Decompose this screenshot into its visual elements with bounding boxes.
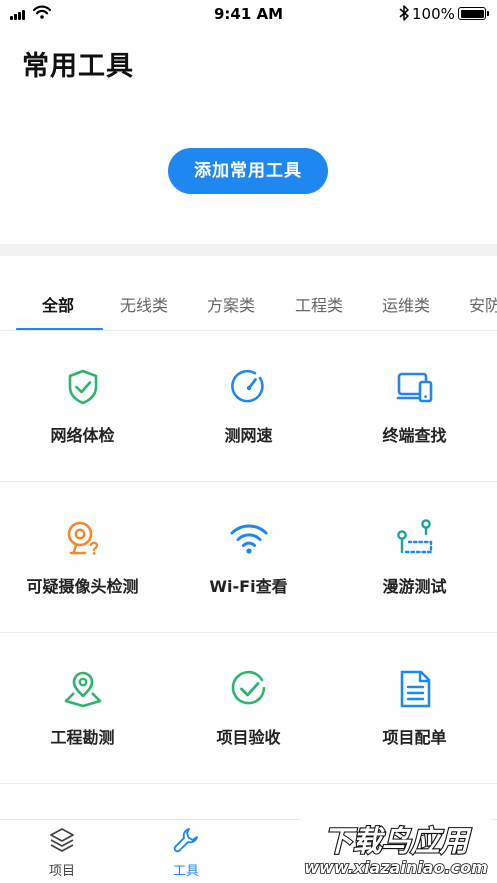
- devices-icon: [396, 372, 432, 403]
- tool-label: Wi-Fi查看: [209, 577, 288, 596]
- tool-speed-test[interactable]: 测网速: [166, 331, 331, 481]
- check-circle-icon: [231, 670, 265, 705]
- nav-tools[interactable]: 工具: [146, 820, 226, 883]
- bluetooth-icon: [399, 5, 409, 21]
- tool-label: 漫游测试: [382, 577, 447, 596]
- tool-label: 项目验收: [216, 728, 281, 747]
- status-bar: 9:41 AM 100%: [0, 0, 497, 30]
- tool-label: 测网速: [224, 426, 273, 445]
- wifi-icon: [230, 524, 267, 554]
- tool-label: 网络体检: [50, 426, 115, 445]
- battery-icon: [458, 7, 489, 20]
- add-common-tool-button[interactable]: 添加常用工具: [168, 148, 328, 194]
- tool-row: 网络体检 测网速 终端查找: [0, 331, 497, 482]
- speedometer-icon: [230, 369, 264, 403]
- tool-label: 项目配单: [382, 728, 447, 747]
- tool-grid: 网络体检 测网速 终端查找 可疑摄像头检测 Wi-Fi查看 漫游测试 工程勘测 …: [0, 331, 497, 784]
- tab-wireless[interactable]: 无线类: [120, 292, 168, 316]
- page-title: 常用工具: [22, 51, 134, 82]
- battery-percent: 100%: [412, 5, 455, 23]
- tool-label: 终端查找: [382, 426, 447, 445]
- webcam-question-icon: [67, 521, 98, 555]
- tool-network-checkup[interactable]: 网络体检: [0, 331, 165, 481]
- tool-project-acceptance[interactable]: 项目验收: [166, 633, 331, 783]
- tool-wifi-view[interactable]: Wi-Fi查看: [166, 482, 331, 632]
- tool-site-survey[interactable]: 工程勘测: [0, 633, 165, 783]
- svg-text:www.xiazainiao.com: www.xiazainiao.com: [304, 858, 487, 877]
- tool-row: 工程勘测 项目验收 项目配单: [0, 633, 497, 784]
- map-pin-icon: [64, 671, 101, 708]
- tab-maintenance[interactable]: 运维类: [382, 292, 430, 316]
- document-icon: [400, 670, 430, 708]
- tab-security[interactable]: 安防: [469, 292, 497, 316]
- tool-terminal-finder[interactable]: 终端查找: [332, 331, 497, 481]
- watermark-logo: 下载鸟应用 www.xiazainiao.com: [300, 817, 493, 879]
- tool-row: 可疑摄像头检测 Wi-Fi查看 漫游测试: [0, 482, 497, 633]
- category-tabs: 全部 无线类 方案类 工程类 运维类 安防: [0, 256, 497, 331]
- tab-all[interactable]: 全部: [42, 292, 74, 316]
- nav-label: 项目: [48, 864, 75, 879]
- tool-project-bom[interactable]: 项目配单: [332, 633, 497, 783]
- tab-solution[interactable]: 方案类: [207, 292, 255, 316]
- tab-engineering[interactable]: 工程类: [295, 292, 343, 316]
- nav-projects[interactable]: 项目: [22, 820, 102, 883]
- svg-text:下载鸟应用: 下载鸟应用: [323, 824, 471, 858]
- section-divider: [0, 244, 497, 256]
- shield-check-icon: [68, 369, 97, 405]
- tool-roaming-test[interactable]: 漫游测试: [332, 482, 497, 632]
- tool-camera-detection[interactable]: 可疑摄像头检测: [0, 482, 165, 632]
- tool-label: 工程勘测: [50, 728, 115, 747]
- tool-label: 可疑摄像头检测: [26, 577, 139, 596]
- roaming-path-icon: [396, 519, 432, 554]
- layers-icon: [50, 828, 74, 852]
- wrench-icon: [173, 828, 198, 853]
- nav-label: 工具: [172, 864, 199, 879]
